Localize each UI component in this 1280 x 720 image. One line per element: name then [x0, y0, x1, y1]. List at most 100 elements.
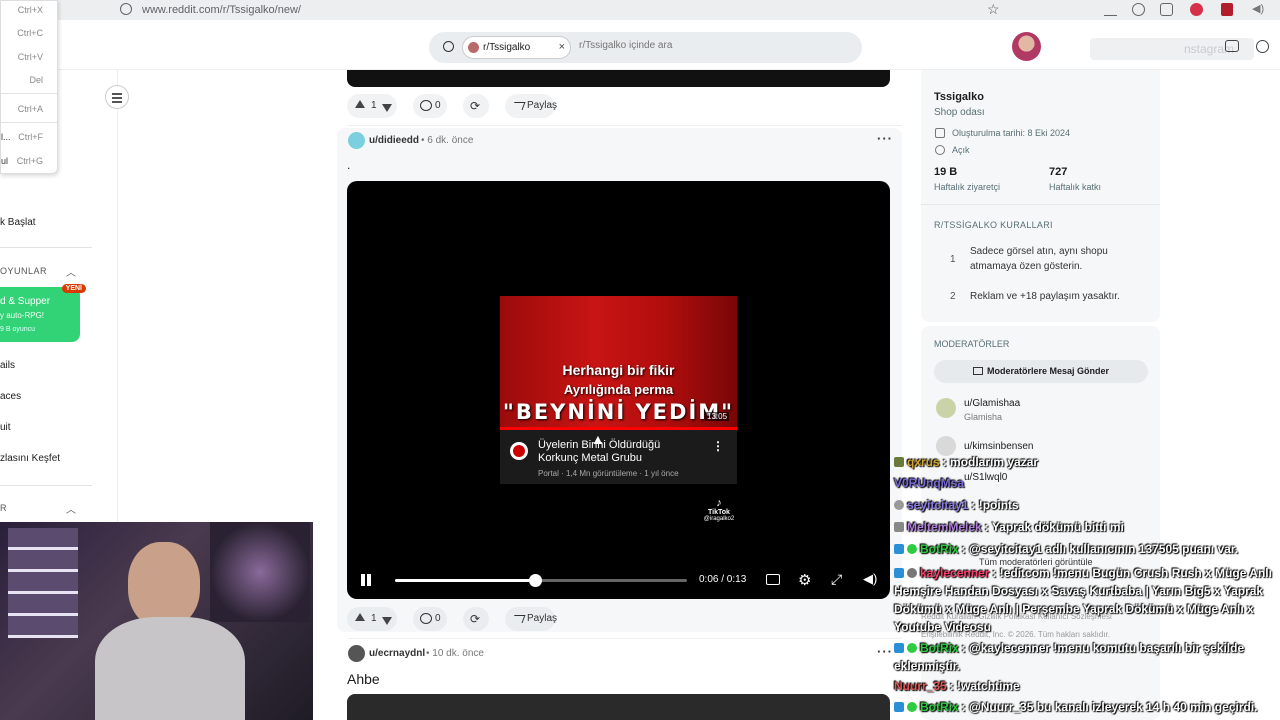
nav-item-uit[interactable]: uit: [0, 422, 11, 433]
mod-name[interactable]: u/kimsinbensen: [964, 441, 1033, 452]
start-community-link[interactable]: k Başlat: [0, 217, 36, 228]
tiktok-handle: @iragalko2: [703, 516, 735, 522]
user-avatar[interactable]: [348, 645, 365, 662]
seek-handle[interactable]: [529, 574, 543, 587]
crosspost-button[interactable]: ⟳: [463, 94, 489, 118]
extension-red-icon[interactable]: [1190, 3, 1203, 16]
chat-message: BotRix: @kaylecenner !menu komutu başarı…: [894, 639, 1280, 675]
collapse-nav-button[interactable]: [105, 85, 129, 109]
chevron-up-icon[interactable]: ︿: [66, 264, 76, 279]
fullscreen-icon[interactable]: ⤢: [831, 571, 842, 588]
chip-close-icon[interactable]: ×: [559, 37, 565, 58]
tiktok-logo-icon: ♪: [716, 497, 722, 509]
url-text[interactable]: www.reddit.com/r/Tssigalko/new/: [142, 4, 301, 16]
search-input[interactable]: [579, 40, 839, 51]
menu-item-cut[interactable]: Ctrl+X: [1, 5, 57, 19]
volume-icon[interactable]: ◀): [1252, 2, 1264, 15]
seek-bar[interactable]: [395, 574, 687, 587]
seek-progress: [395, 579, 536, 582]
chat-badge-icon: [894, 522, 904, 532]
user-avatar[interactable]: [1012, 32, 1041, 61]
search-bar[interactable]: r/Tssigalko ×: [429, 32, 862, 63]
previous-post-media[interactable]: [347, 70, 890, 87]
thumb-text-1: Herhangi bir fikir: [562, 362, 675, 378]
downvote-icon[interactable]: [382, 617, 392, 625]
comments-button[interactable]: 0: [413, 607, 447, 631]
mod-avatar[interactable]: [936, 398, 956, 418]
extensions-icon[interactable]: [1160, 3, 1173, 16]
nav-item-details[interactable]: ails: [0, 360, 15, 371]
message-mods-button[interactable]: Moderatörlere Mesaj Gönder: [934, 360, 1148, 383]
post-author[interactable]: u/ecrnaydnl: [369, 648, 425, 659]
chat-text: : modlarım yazar: [942, 455, 1039, 469]
video-frame: Herhangi bir fikir Ayrılığında perma "BE…: [500, 296, 737, 484]
pause-icon[interactable]: [361, 574, 365, 586]
community-description: Shop odası: [934, 107, 985, 118]
user-avatar[interactable]: [348, 132, 365, 149]
game-promo-card[interactable]: d & Supper y auto-RPG! 9 B oyuncu YENİ: [0, 284, 86, 342]
promo-subtitle: y auto-RPG!: [0, 311, 45, 320]
message-bubble-icon[interactable]: [1256, 40, 1269, 53]
rule-text[interactable]: Reklam ve +18 paylaşım yasaktır.: [970, 291, 1155, 302]
post-divider: [347, 638, 902, 639]
kebab-icon: ⋮: [712, 439, 724, 453]
site-info-icon[interactable]: [120, 3, 132, 15]
bookmark-star-icon[interactable]: ☆: [987, 1, 1000, 18]
chat-badge-icon: [894, 568, 904, 578]
streamer-face-image: [128, 542, 200, 628]
upvote-icon[interactable]: [355, 100, 365, 108]
share-button[interactable]: Paylaş: [505, 94, 558, 118]
divider: [0, 485, 92, 486]
post-author[interactable]: u/didieedd: [369, 135, 419, 146]
captions-icon[interactable]: [766, 574, 780, 585]
settings-gear-icon[interactable]: ⚙: [798, 571, 811, 589]
menu-item-search[interactable]: ul Ctrl+G: [1, 156, 57, 170]
menu-item-find[interactable]: l... Ctrl+F: [1, 132, 57, 146]
chat-icon[interactable]: [1225, 40, 1239, 52]
vote-control: 1: [347, 607, 397, 631]
visibility-label: Açık: [952, 145, 970, 155]
menu-item-paste[interactable]: Ctrl+V: [1, 52, 57, 66]
nav-item-explore[interactable]: zlasını Keşfet: [0, 453, 60, 464]
comments-button[interactable]: 0: [413, 94, 447, 118]
watched-bar: [500, 427, 737, 430]
chevron-up-icon[interactable]: ︿: [66, 501, 76, 516]
menu-item-copy[interactable]: Ctrl+C: [1, 28, 57, 42]
ublock-icon[interactable]: [1221, 3, 1233, 16]
message-mods-label: Moderatörlere Mesaj Gönder: [986, 366, 1110, 376]
share-label: Paylaş: [527, 100, 558, 111]
download-icon[interactable]: [1104, 3, 1117, 16]
video-controls: 0:06 / 0:13 ⚙ ⤢ ◀): [347, 569, 890, 593]
post-actions: 1 0 ⟳ Paylaş: [347, 94, 607, 118]
nav-item-spaces[interactable]: aces: [0, 391, 21, 402]
channel-logo-icon: [510, 442, 528, 460]
post-time: • 6 dk. önce: [421, 135, 474, 146]
section2-header[interactable]: R: [0, 503, 7, 513]
menu-item-delete[interactable]: Del: [1, 75, 57, 89]
volume-icon[interactable]: ◀): [863, 571, 877, 587]
globe-icon: [935, 145, 945, 155]
rule-number: 2: [950, 291, 956, 302]
games-header[interactable]: OYUNLAR: [0, 266, 47, 276]
cake-icon: [935, 128, 945, 138]
video-player[interactable]: Herhangi bir fikir Ayrılığında perma "BE…: [347, 181, 890, 599]
community-name: Tssigalko: [934, 91, 984, 103]
downvote-icon[interactable]: [382, 104, 392, 112]
more-options-icon[interactable]: ···: [877, 131, 893, 146]
chat-message: Nuurr_35: !watchtime: [894, 679, 1020, 693]
account-icon[interactable]: [1132, 3, 1145, 16]
menu-item-select-all[interactable]: Ctrl+A: [1, 104, 57, 118]
post-title[interactable]: Ahbe: [347, 671, 380, 687]
crosspost-button[interactable]: ⟳: [463, 607, 489, 631]
verified-badge-icon: [907, 544, 917, 554]
post-media[interactable]: [347, 694, 890, 720]
mod-name[interactable]: u/Glamishaa: [964, 398, 1020, 409]
comment-icon: [420, 613, 432, 624]
rule-text[interactable]: Sadece görsel atın, aynı shopu atmamaya …: [970, 244, 1140, 274]
upvote-icon[interactable]: [355, 613, 365, 621]
share-button[interactable]: Paylaş: [505, 607, 557, 631]
subreddit-avatar: [468, 42, 479, 53]
yt-video-meta: Portal · 1,4 Mn görüntüleme · 1 yıl önce: [538, 469, 679, 478]
subreddit-search-chip[interactable]: r/Tssigalko ×: [462, 36, 571, 59]
divider: [0, 247, 92, 248]
